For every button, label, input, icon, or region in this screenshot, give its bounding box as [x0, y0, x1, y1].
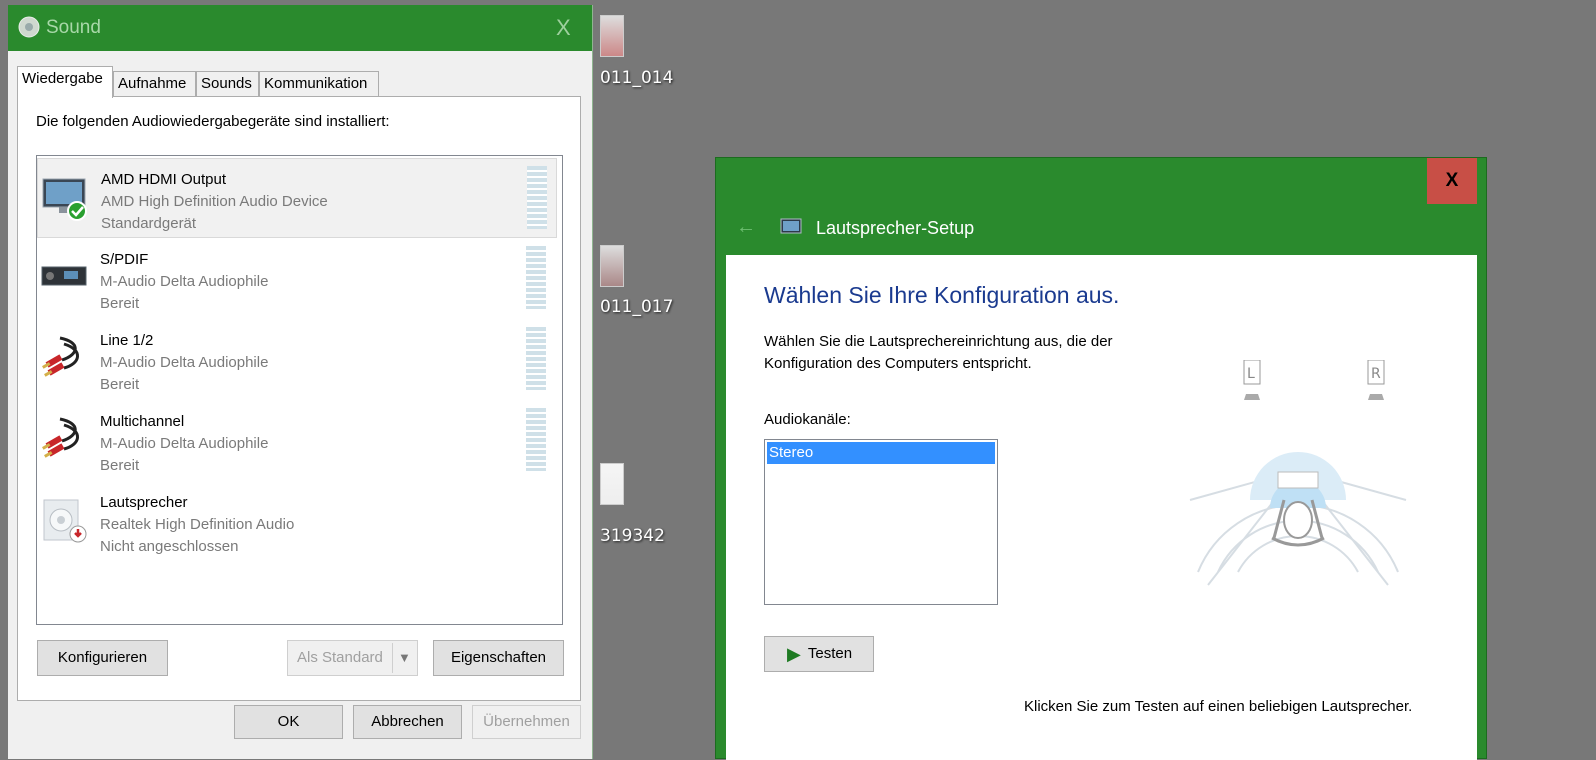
device-list[interactable]: AMD HDMI Output AMD High Definition Audi…: [36, 155, 563, 625]
receiver-icon: [41, 266, 87, 286]
device-status: Bereit: [100, 376, 140, 393]
tab-sounds[interactable]: Sounds: [196, 71, 259, 97]
set-default-button: Als Standard ▼: [287, 640, 418, 676]
device-status: Standardgerät: [101, 215, 197, 232]
device-status: Bereit: [100, 457, 140, 474]
device-name: Lautsprecher: [100, 494, 188, 511]
speaker-icon: [43, 499, 87, 543]
device-status: Bereit: [100, 295, 140, 312]
list-item[interactable]: Multichannel M-Audio Delta Audiophile Be…: [37, 401, 557, 481]
speaker-diagram[interactable]: L R: [1188, 360, 1408, 590]
desktop-thumbnail[interactable]: [600, 15, 624, 57]
device-name: S/PDIF: [100, 251, 149, 268]
tab-aufnahme[interactable]: Aufnahme: [113, 71, 196, 97]
window-title: Lautsprecher-Setup: [816, 218, 975, 238]
level-meter: [526, 246, 546, 309]
left-speaker-label: L: [1247, 366, 1255, 382]
list-item[interactable]: Line 1/2 M-Audio Delta Audiophile Bereit: [37, 320, 557, 400]
rca-cable-icon: [42, 336, 79, 377]
desktop-icon-label[interactable]: 011_014: [600, 68, 673, 88]
sound-titlebar[interactable]: Sound X: [8, 5, 592, 51]
device-name: Line 1/2: [100, 332, 154, 349]
sound-window: Sound X Wiedergabe Aufnahme Sounds Kommu…: [8, 5, 593, 759]
test-button-label: Testen: [807, 645, 853, 662]
device-description: M-Audio Delta Audiophile: [100, 354, 269, 371]
chevron-down-icon: ▼: [398, 650, 411, 665]
desktop-thumbnail[interactable]: [600, 463, 624, 505]
desktop-icon-label[interactable]: 319342: [600, 526, 665, 546]
tab-kommunikation[interactable]: Kommunikation: [259, 71, 379, 97]
device-description: M-Audio Delta Audiophile: [100, 273, 269, 290]
close-button[interactable]: X: [556, 15, 571, 41]
list-item[interactable]: S/PDIF M-Audio Delta Audiophile Bereit: [37, 239, 557, 319]
device-description: Realtek High Definition Audio: [100, 516, 295, 533]
page-description: Wählen Sie die Lautsprechereinrichtung a…: [764, 333, 1113, 372]
ok-button[interactable]: OK: [234, 705, 343, 739]
close-button[interactable]: X: [1427, 158, 1477, 204]
window-title: Sound: [46, 17, 101, 38]
apply-button: Übernehmen: [472, 705, 581, 739]
right-speaker-label: R: [1371, 366, 1381, 382]
play-icon: ▶: [787, 644, 801, 664]
rca-cable-icon: [42, 417, 79, 458]
level-meter: [526, 408, 546, 471]
desktop-thumbnail[interactable]: [600, 245, 624, 287]
device-name: Multichannel: [100, 413, 185, 430]
speaker-setup-window: X ← Lautsprecher-Setup Wählen Sie Ihre K…: [715, 157, 1487, 760]
right-speaker[interactable]: R: [1367, 360, 1385, 400]
level-meter: [527, 166, 547, 229]
channel-listbox[interactable]: Stereo: [764, 439, 998, 605]
configure-button[interactable]: Konfigurieren: [37, 640, 168, 676]
monitor-icon: [42, 178, 87, 221]
page-heading: Wählen Sie Ihre Konfiguration aus.: [764, 282, 1120, 308]
level-meter: [526, 327, 546, 390]
device-name: AMD HDMI Output: [101, 171, 227, 188]
list-item[interactable]: Lautsprecher Realtek High Definition Aud…: [37, 482, 557, 562]
tab-wiedergabe[interactable]: Wiedergabe: [17, 66, 113, 98]
channels-label: Audiokanäle:: [764, 411, 851, 428]
split-divider: [392, 643, 393, 673]
speaker-app-icon: [18, 16, 40, 38]
left-speaker[interactable]: L: [1243, 360, 1261, 400]
device-description: AMD High Definition Audio Device: [101, 193, 328, 210]
monitor-icon: [780, 218, 802, 234]
list-item[interactable]: AMD HDMI Output AMD High Definition Audi…: [37, 158, 557, 238]
device-status: Nicht angeschlossen: [100, 538, 239, 555]
set-default-label: Als Standard: [297, 649, 383, 666]
channel-option-stereo[interactable]: Stereo: [767, 442, 995, 464]
back-arrow-icon[interactable]: ←: [736, 216, 756, 239]
test-button[interactable]: ▶ Testen: [764, 636, 874, 672]
test-hint: Klicken Sie zum Testen auf einen beliebi…: [1024, 698, 1413, 715]
cancel-button[interactable]: Abbrechen: [353, 705, 462, 739]
properties-button[interactable]: Eigenschaften: [433, 640, 564, 676]
desktop-icon-label[interactable]: 011_017: [600, 297, 673, 317]
intro-text: Die folgenden Audiowiedergabegeräte sind…: [36, 113, 390, 130]
device-description: M-Audio Delta Audiophile: [100, 435, 269, 452]
setup-content: Wählen Sie Ihre Konfiguration aus. Wähle…: [726, 255, 1477, 760]
